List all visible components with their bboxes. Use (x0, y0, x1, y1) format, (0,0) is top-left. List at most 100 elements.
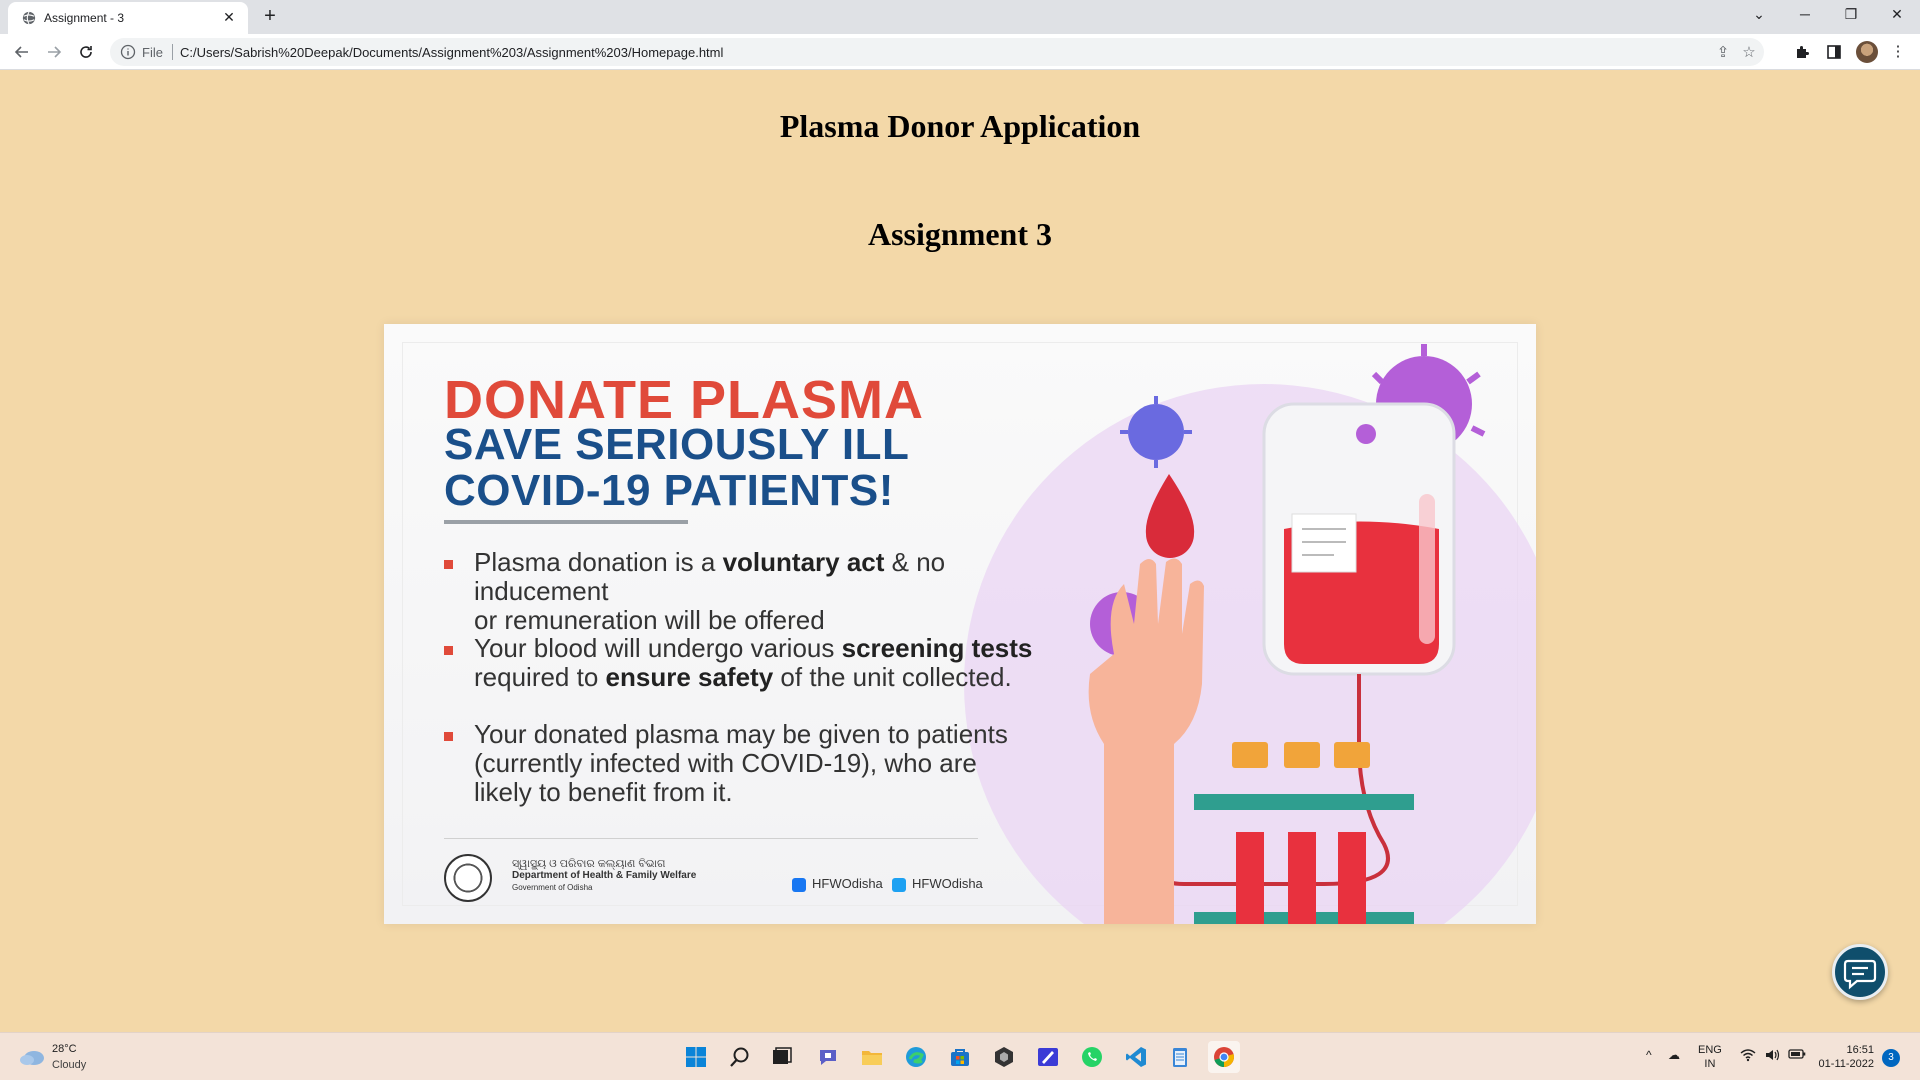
back-arrow-icon (14, 46, 28, 58)
url-text[interactable]: C:/Users/Sabrish%20Deepak/Documents/Assi… (180, 45, 723, 60)
file-explorer-app[interactable] (856, 1041, 888, 1073)
test-tube-rack (1194, 794, 1414, 810)
bullet-text-part: or remuneration will be offered (474, 605, 825, 635)
tab-title: Assignment - 3 (44, 11, 125, 25)
bullet-text-part: Your blood will undergo various (474, 633, 842, 663)
system-clock[interactable]: 16:51 01-11-2022 (1812, 1043, 1874, 1071)
whatsapp-app[interactable] (1076, 1041, 1108, 1073)
tab-assignment-3[interactable]: Assignment - 3 ✕ (8, 2, 248, 34)
file-scheme-label: File (142, 45, 163, 60)
region-code: IN (1704, 1058, 1716, 1070)
page-title: Plasma Donor Application (779, 108, 1141, 144)
side-panel-icon[interactable] (1824, 42, 1844, 62)
government-name: Government of Odisha (512, 883, 593, 892)
battery-icon[interactable] (1788, 1048, 1806, 1063)
whatsapp-icon (1082, 1047, 1102, 1067)
department-name: Department of Health & Family Welfare (512, 870, 697, 881)
poster-subheadline-line: SAVE SERIOUSLY ILL (444, 420, 910, 469)
search-icon (730, 1047, 749, 1067)
language-code: ENG (1698, 1044, 1722, 1056)
bullet-text-part: required to (474, 662, 606, 692)
facebook-icon (792, 877, 806, 892)
bullet-text-part: Plasma donation is a (474, 547, 723, 577)
edge-browser-app[interactable] (900, 1041, 932, 1073)
chat-widget-button[interactable] (1832, 944, 1888, 1000)
bullet-text-part: Your donated plasma may be given to pati… (474, 719, 1008, 749)
bullet-text-part: of the unit collected. (773, 662, 1012, 692)
chat-bubble-icon (1843, 959, 1877, 990)
close-window-button[interactable]: ✕ (1874, 0, 1920, 30)
browser-tab-strip: Assignment - 3 ✕ + ⌄ ─ ❐ ✕ (0, 0, 1920, 34)
omnibox-separator (172, 44, 173, 60)
menu-kebab-icon[interactable]: ⋮ (1888, 42, 1908, 62)
donate-plasma-poster-image: DONATE PLASMA SAVE SERIOUSLY ILL COVID-1… (384, 324, 1536, 924)
reload-button[interactable] (74, 40, 98, 64)
chat-app-icon (820, 1050, 836, 1065)
bullet-mark (444, 646, 453, 655)
unity-hub-app[interactable] (988, 1041, 1020, 1073)
profile-avatar[interactable] (1856, 41, 1878, 63)
browser-toolbar: File C:/Users/Sabrish%20Deepak/Documents… (0, 34, 1920, 70)
vscode-app[interactable] (1120, 1041, 1152, 1073)
show-hidden-icons-chevron-icon[interactable]: ^ (1646, 1048, 1652, 1062)
forward-button[interactable] (42, 40, 66, 64)
bullet-text: Your donated plasma may be given to pati… (474, 720, 1008, 807)
bullet-text: Plasma donation is a voluntary act & no … (474, 548, 1064, 635)
start-button[interactable] (680, 1041, 712, 1073)
teams-chat-app[interactable] (812, 1041, 844, 1073)
clock-time: 16:51 (1846, 1044, 1874, 1056)
reload-icon (80, 46, 92, 58)
store-bag-icon (951, 1049, 969, 1066)
clock-date: 01-11-2022 (1818, 1058, 1874, 1070)
notepad-app[interactable] (1164, 1041, 1196, 1073)
notepad-icon (1173, 1048, 1187, 1067)
address-bar[interactable]: File C:/Users/Sabrish%20Deepak/Documents… (110, 38, 1764, 66)
bullet-text-bold: screening tests (841, 633, 1033, 663)
bullet-mark (444, 560, 453, 569)
tab-search-button[interactable]: ⌄ (1736, 0, 1782, 30)
bullet-text: Your blood will undergo various screenin… (474, 634, 1032, 692)
windows-logo-icon (686, 1047, 706, 1067)
info-icon[interactable] (120, 44, 136, 60)
restore-button[interactable]: ❐ (1828, 0, 1874, 30)
cloudy-weather-icon[interactable] (18, 1045, 46, 1067)
new-tab-button[interactable]: + (258, 5, 282, 29)
poster-divider (444, 520, 688, 524)
speaker-volume-icon[interactable] (1764, 1048, 1780, 1065)
poster-subheadline: SAVE SERIOUSLY ILL COVID-19 PATIENTS! (444, 422, 909, 514)
taskbar-search[interactable] (724, 1041, 756, 1073)
wifi-icon[interactable] (1740, 1048, 1756, 1065)
facebook-handle-text: HFWOdisha (812, 876, 883, 891)
weather-temperature[interactable]: 28°C (52, 1043, 77, 1055)
weather-description[interactable]: Cloudy (52, 1059, 86, 1071)
twitter-handle-text: HFWOdisha (912, 876, 983, 891)
odisha-emblem-icon (444, 854, 492, 902)
extensions-puzzle-icon[interactable] (1792, 42, 1812, 62)
chrome-app[interactable] (1208, 1041, 1240, 1073)
twitter-icon (892, 877, 906, 892)
input-language-indicator[interactable]: ENG IN (1698, 1043, 1722, 1071)
department-odia-name: ସ୍ୱାସ୍ଥ୍ୟ ଓ ପରିବାର କଲ୍ୟାଣ ବିଭାଗ (512, 858, 666, 870)
bullet-text-bold: ensure safety (605, 662, 774, 692)
minimize-button[interactable]: ─ (1782, 0, 1828, 30)
chrome-icon (1214, 1047, 1234, 1067)
pen-app[interactable] (1032, 1041, 1064, 1073)
poster-subheadline-line: COVID-19 PATIENTS! (444, 466, 894, 515)
microsoft-store-app[interactable] (944, 1041, 976, 1073)
bookmark-star-icon[interactable]: ☆ (1740, 44, 1758, 62)
folder-icon (862, 1051, 882, 1065)
notification-count-badge[interactable]: 3 (1882, 1049, 1900, 1067)
task-view-icon (773, 1047, 792, 1064)
windows-taskbar: 28°C Cloudy ^ ☁ ENG IN 16:51 01-11-2022 … (0, 1032, 1920, 1080)
tab-close-icon[interactable]: ✕ (220, 8, 238, 26)
forward-arrow-icon (48, 46, 62, 58)
onedrive-cloud-icon[interactable]: ☁ (1668, 1048, 1680, 1062)
task-view-button[interactable] (766, 1041, 798, 1073)
vscode-icon (1126, 1047, 1146, 1067)
back-button[interactable] (10, 40, 34, 64)
facebook-handle: HFWOdisha (792, 876, 883, 892)
bullet-text-bold: voluntary act (722, 547, 885, 577)
edge-icon (906, 1047, 926, 1067)
share-icon[interactable]: ⇪ (1714, 44, 1732, 62)
pen-app-icon (1038, 1048, 1058, 1066)
